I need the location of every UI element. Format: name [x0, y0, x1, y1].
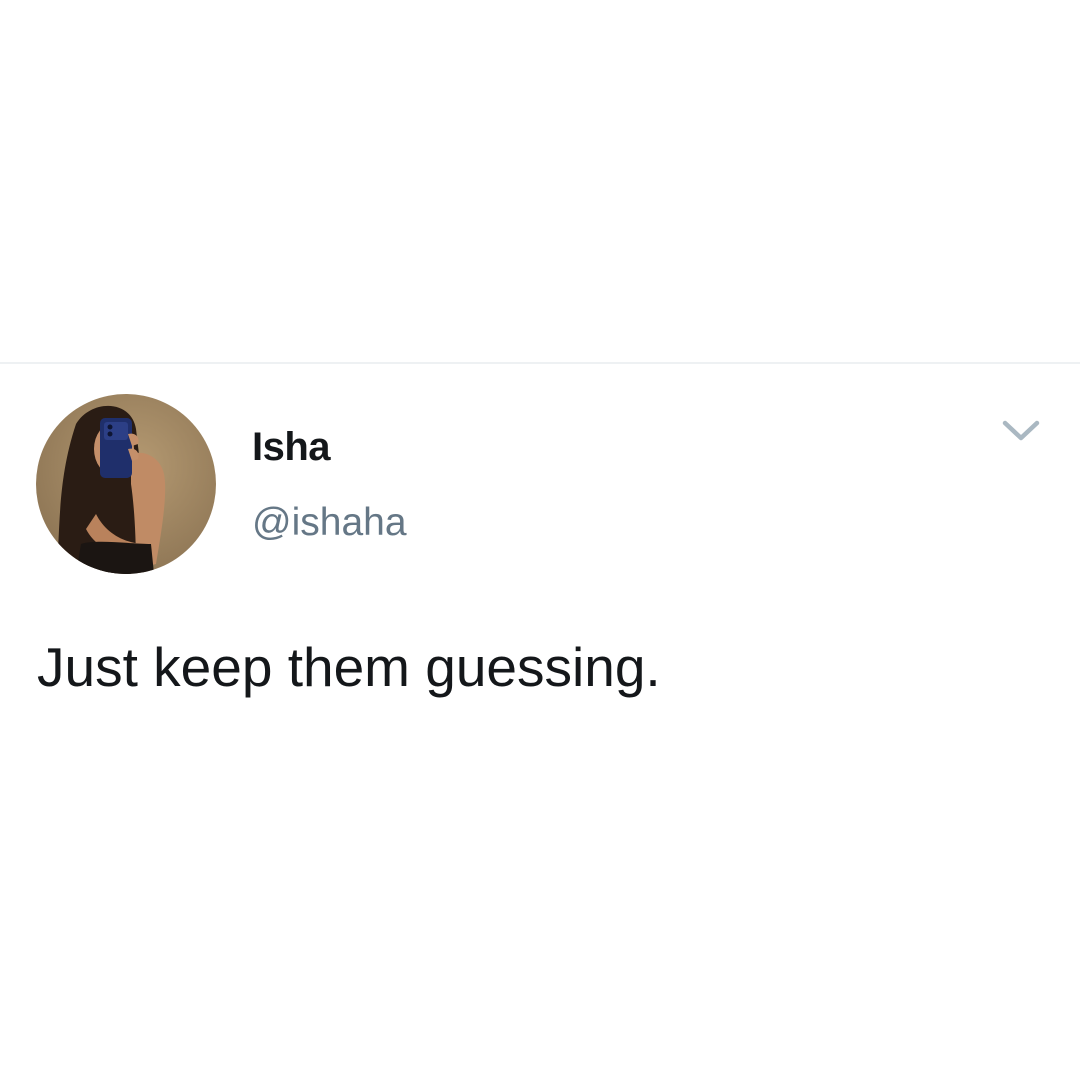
tweet-card[interactable]: Isha @ishaha Just keep them guessing. [0, 364, 1080, 1080]
tweet-screenshot: Isha @ishaha Just keep them guessing. [0, 0, 1080, 1080]
display-name[interactable]: Isha [252, 424, 331, 470]
tweet-text: Just keep them guessing. [37, 636, 661, 698]
avatar[interactable] [36, 394, 216, 574]
profile-photo-icon [36, 394, 216, 574]
tweet-menu-button[interactable] [998, 414, 1044, 448]
chevron-down-icon [1002, 420, 1040, 441]
user-handle[interactable]: @ishaha [252, 500, 407, 546]
